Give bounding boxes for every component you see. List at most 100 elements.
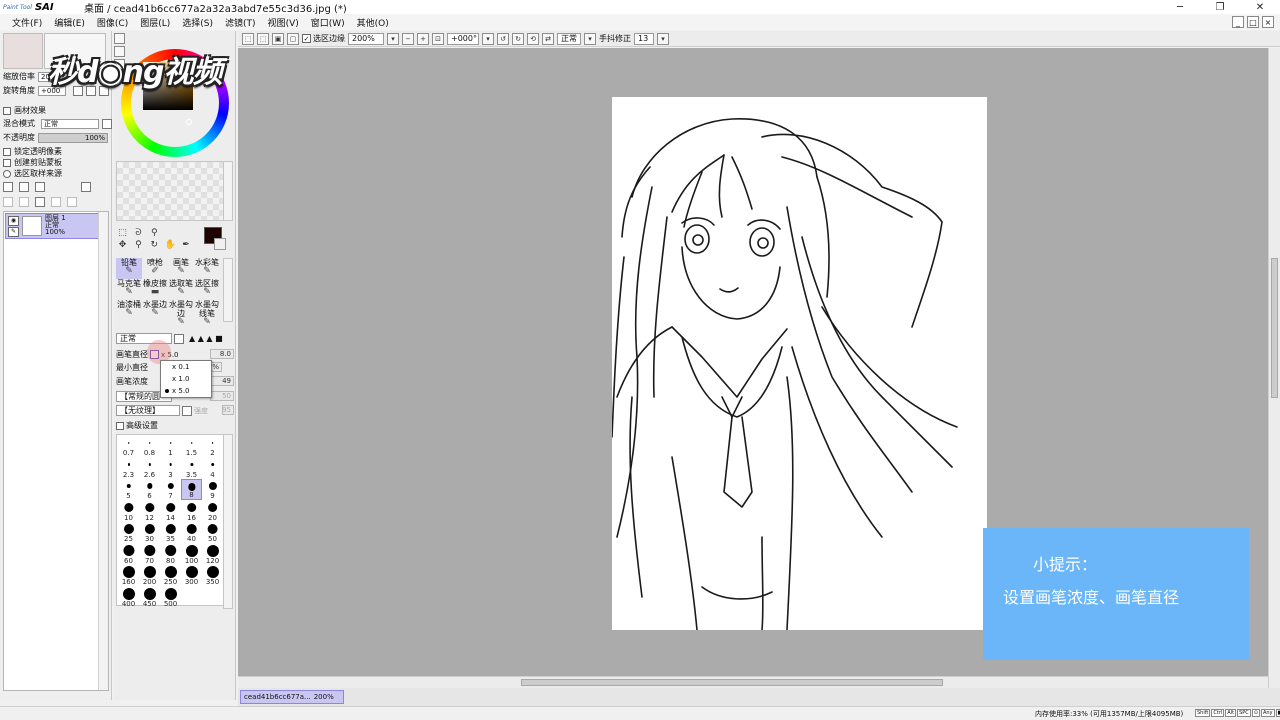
clipping-row[interactable]: 创建剪贴蒙板 bbox=[3, 157, 62, 168]
brush-pencil[interactable]: 铅笔 ✎ bbox=[116, 258, 142, 279]
brush-airbrush[interactable]: 喷枪 ✐ bbox=[142, 258, 168, 279]
brush-size-option[interactable]: 5 bbox=[118, 479, 139, 500]
hand-icon[interactable]: ✋ bbox=[164, 240, 177, 252]
merge-layer-icon[interactable] bbox=[35, 197, 45, 207]
brush-size-option[interactable]: 3.5 bbox=[181, 458, 202, 479]
selection-source-radio[interactable] bbox=[3, 169, 11, 178]
deselect-icon[interactable]: ⬚ bbox=[257, 32, 269, 45]
brush-size-option[interactable]: 80 bbox=[160, 544, 181, 565]
brush-size-option[interactable]: 70 bbox=[139, 544, 160, 565]
move-icon[interactable]: ✥ bbox=[116, 240, 129, 252]
texture-dropdown-icon[interactable] bbox=[182, 405, 192, 416]
brush-size-option[interactable]: 500 bbox=[160, 587, 181, 608]
selection-source-row[interactable]: 选区取样来源 bbox=[3, 168, 62, 179]
brush-brush[interactable]: 画笔 ✎ bbox=[168, 258, 194, 279]
invert-selection-icon[interactable]: ▣ bbox=[272, 32, 284, 45]
vertical-scroll-thumb[interactable] bbox=[1271, 258, 1278, 398]
brush-eraser[interactable]: 橡皮擦 ▬ bbox=[142, 279, 168, 300]
zoom-field[interactable]: 200% bbox=[348, 32, 384, 45]
brush-size-option[interactable]: 40 bbox=[181, 522, 202, 543]
brush-size-option[interactable]: 100 bbox=[181, 544, 202, 565]
brush-size-option[interactable]: 1 bbox=[160, 436, 181, 457]
brush-size-option[interactable]: 30 bbox=[139, 522, 160, 543]
brush-size-option[interactable]: 35 bbox=[160, 522, 181, 543]
menu-others[interactable]: 其他(O) bbox=[351, 16, 395, 29]
eyedropper-icon[interactable]: ✒ bbox=[180, 240, 193, 252]
brush-size-option[interactable]: 7 bbox=[160, 479, 181, 500]
stabilizer-field[interactable]: 13 bbox=[634, 32, 654, 45]
lock-alpha-row[interactable]: 锁定透明像素 bbox=[3, 146, 62, 157]
brush-size-option[interactable]: 400 bbox=[118, 587, 139, 608]
flip-icon[interactable]: ⇄ bbox=[542, 32, 554, 45]
rotation-dropdown-icon[interactable]: ▾ bbox=[482, 32, 494, 45]
brush-shape-strength[interactable]: 50 bbox=[210, 391, 234, 401]
brush-size-option[interactable]: 6 bbox=[139, 479, 160, 500]
sizes-scrollbar[interactable] bbox=[223, 434, 233, 609]
brush-ink-line[interactable]: 水墨勾线笔 ✎ bbox=[194, 300, 220, 327]
menu-selection[interactable]: 选择(S) bbox=[176, 16, 219, 29]
blend-dropdown-icon[interactable]: ▾ bbox=[584, 32, 596, 45]
opacity-slider[interactable]: 100% bbox=[38, 132, 108, 143]
brush-size-value[interactable]: 8.0 bbox=[210, 349, 234, 359]
brush-bucket[interactable]: 油漆桶 ✎ bbox=[116, 300, 142, 321]
brush-size-option[interactable]: 9 bbox=[202, 479, 223, 500]
zoom-reset-icon[interactable]: ⊡ bbox=[432, 32, 444, 45]
menu-layer[interactable]: 图层(L) bbox=[134, 16, 176, 29]
rotate-reset-icon[interactable]: ⟲ bbox=[527, 32, 539, 45]
swatch-area[interactable] bbox=[116, 161, 224, 221]
zoom-in-icon[interactable]: + bbox=[417, 32, 429, 45]
swatch-scrollbar[interactable] bbox=[223, 161, 233, 221]
blend-mode-dropdown-icon[interactable] bbox=[102, 118, 112, 129]
brush-shape-icons[interactable]: ▲ ▲ ▲ ■ bbox=[189, 334, 223, 343]
vertical-scrollbar[interactable] bbox=[1268, 48, 1280, 688]
brush-ink-outline[interactable]: 水墨勾边 ✎ bbox=[168, 300, 194, 327]
menu-window[interactable]: 窗口(W) bbox=[305, 16, 351, 29]
new-folder-icon[interactable] bbox=[35, 182, 45, 192]
brush-size-option[interactable]: 0.7 bbox=[118, 436, 139, 457]
brush-size-option[interactable]: 25 bbox=[118, 522, 139, 543]
stabilizer-dropdown-icon[interactable]: ▾ bbox=[657, 32, 669, 45]
doc-restore-icon[interactable]: □ bbox=[1247, 16, 1259, 28]
minimize-button[interactable]: ─ bbox=[1160, 0, 1200, 14]
brush-size-option[interactable]: 2.3 bbox=[118, 458, 139, 479]
brush-size-option[interactable]: 120 bbox=[202, 544, 223, 565]
menu-edit[interactable]: 编辑(E) bbox=[48, 16, 91, 29]
layer-panel-menu-icon[interactable] bbox=[81, 182, 91, 192]
close-button[interactable]: ✕ bbox=[1240, 0, 1280, 14]
brush-size-option[interactable]: 3 bbox=[160, 458, 181, 479]
rotate-left-icon[interactable]: ↺ bbox=[497, 32, 509, 45]
brush-size-option[interactable]: 16 bbox=[181, 501, 202, 522]
brush-size-option[interactable]: 12 bbox=[139, 501, 160, 522]
zoom-icon[interactable]: ⚲ bbox=[132, 240, 145, 252]
menu-filter[interactable]: 滤镜(T) bbox=[219, 16, 262, 29]
selection-edge-checkbox[interactable]: ✓ bbox=[302, 34, 311, 43]
zoom-out-icon[interactable]: − bbox=[402, 32, 414, 45]
brush-watercolor[interactable]: 水彩笔 ✎ bbox=[194, 258, 220, 279]
blend-mode-field[interactable]: 正常 bbox=[557, 32, 581, 45]
clipping-checkbox[interactable] bbox=[3, 158, 11, 167]
color-picker-cursor[interactable] bbox=[186, 119, 192, 125]
brush-size-option[interactable]: 8 bbox=[181, 479, 202, 500]
delete-layer-icon[interactable] bbox=[67, 197, 77, 207]
color-wheel-toggle-icon[interactable] bbox=[114, 33, 125, 44]
brush-size-option[interactable]: 50 bbox=[202, 522, 223, 543]
brush-select-pen[interactable]: 选取笔 ✎ bbox=[168, 279, 194, 300]
layer-item[interactable]: ◉ ✎ 图层 1 正常 100% bbox=[5, 213, 99, 239]
transfer-layer-icon[interactable] bbox=[19, 197, 29, 207]
rect-select-icon[interactable]: ⬚ bbox=[116, 228, 129, 240]
brush-select-eraser[interactable]: 选区擦 ✎ bbox=[194, 279, 220, 300]
new-layer-icon[interactable] bbox=[3, 182, 13, 192]
lock-alpha-checkbox[interactable] bbox=[3, 147, 11, 156]
brush-size-option[interactable]: 20 bbox=[202, 501, 223, 522]
popup-option-1[interactable]: x 1.0 bbox=[161, 373, 211, 385]
brush-size-option[interactable]: 2 bbox=[202, 436, 223, 457]
brush-size-option[interactable]: 14 bbox=[160, 501, 181, 522]
brush-lock-icon[interactable]: ✎ bbox=[8, 227, 19, 237]
horizontal-scrollbar[interactable] bbox=[238, 676, 1268, 688]
brush-scrollbar[interactable] bbox=[223, 258, 233, 322]
brush-size-option[interactable]: 10 bbox=[118, 501, 139, 522]
brush-size-option[interactable]: 0.8 bbox=[139, 436, 160, 457]
texture-select[interactable]: 【无纹理】 bbox=[116, 405, 180, 416]
artwork-canvas[interactable] bbox=[612, 97, 987, 630]
texture-strength-value[interactable]: 95 bbox=[222, 405, 234, 415]
